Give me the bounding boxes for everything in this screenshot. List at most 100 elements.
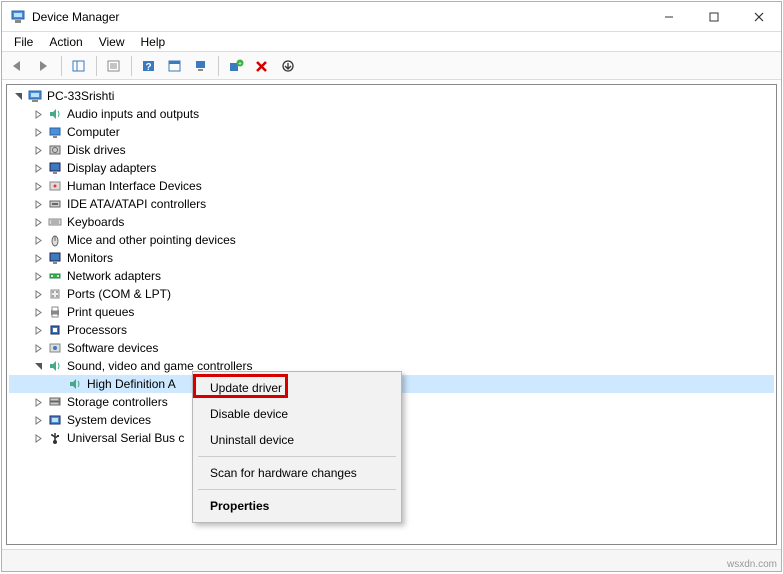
expander-open-icon[interactable] xyxy=(31,359,45,373)
toolbar: ? + xyxy=(2,52,781,80)
expander-closed-icon[interactable] xyxy=(31,413,45,427)
properties-button[interactable] xyxy=(102,55,126,77)
back-button[interactable] xyxy=(6,55,30,77)
tree-category[interactable]: Processors xyxy=(9,321,774,339)
expander-closed-icon[interactable] xyxy=(31,323,45,337)
show-hidden-button[interactable] xyxy=(67,55,91,77)
action-bar-button[interactable] xyxy=(163,55,187,77)
expander-closed-icon[interactable] xyxy=(31,431,45,445)
scan-hardware-button[interactable] xyxy=(189,55,213,77)
toolbar-separator xyxy=(218,56,219,76)
ctx-uninstall-device[interactable]: Uninstall device xyxy=(196,427,398,453)
ide-icon xyxy=(47,196,63,212)
port-icon xyxy=(47,286,63,302)
app-icon xyxy=(10,9,26,25)
minimize-button[interactable] xyxy=(646,2,691,31)
toolbar-separator xyxy=(96,56,97,76)
expander-closed-icon[interactable] xyxy=(31,305,45,319)
keyboard-icon xyxy=(47,214,63,230)
disk-icon xyxy=(47,142,63,158)
uninstall-button[interactable] xyxy=(250,55,274,77)
tree-label: High Definition A xyxy=(87,377,176,391)
watermark: wsxdn.com xyxy=(727,559,777,570)
add-legacy-button[interactable]: + xyxy=(224,55,248,77)
menubar: File Action View Help xyxy=(2,32,781,52)
tree-label: Human Interface Devices xyxy=(67,179,202,193)
speaker-icon xyxy=(47,106,63,122)
computer-root-icon xyxy=(27,88,43,104)
svg-text:+: + xyxy=(238,61,242,67)
expander-closed-icon[interactable] xyxy=(31,395,45,409)
maximize-button[interactable] xyxy=(691,2,736,31)
titlebar: Device Manager xyxy=(2,2,781,32)
help-button[interactable]: ? xyxy=(137,55,161,77)
tree-label: IDE ATA/ATAPI controllers xyxy=(67,197,206,211)
tree-label: Software devices xyxy=(67,341,158,355)
forward-button[interactable] xyxy=(32,55,56,77)
tree-label: Display adapters xyxy=(67,161,156,175)
tree-category[interactable]: Display adapters xyxy=(9,159,774,177)
tree-label: Network adapters xyxy=(67,269,161,283)
monitor-icon xyxy=(47,250,63,266)
context-menu: Update driver Disable device Uninstall d… xyxy=(192,371,402,523)
tree-label: Processors xyxy=(67,323,127,337)
menu-view[interactable]: View xyxy=(91,33,133,51)
expander-closed-icon[interactable] xyxy=(31,179,45,193)
speaker-icon xyxy=(47,358,63,374)
tree-category[interactable]: Mice and other pointing devices xyxy=(9,231,774,249)
tree-label: Keyboards xyxy=(67,215,124,229)
tree-category[interactable]: Computer xyxy=(9,123,774,141)
expander-closed-icon[interactable] xyxy=(31,143,45,157)
tree-category[interactable]: Software devices xyxy=(9,339,774,357)
tree-category[interactable]: Keyboards xyxy=(9,213,774,231)
tree-category[interactable]: Ports (COM & LPT) xyxy=(9,285,774,303)
expander-closed-icon[interactable] xyxy=(31,197,45,211)
toolbar-separator xyxy=(131,56,132,76)
expander-closed-icon[interactable] xyxy=(31,269,45,283)
ctx-properties[interactable]: Properties xyxy=(196,493,398,519)
expander-closed-icon[interactable] xyxy=(31,251,45,265)
tree-label: Ports (COM & LPT) xyxy=(67,287,171,301)
tree-category[interactable]: Print queues xyxy=(9,303,774,321)
speaker-icon xyxy=(67,376,83,392)
tree-category[interactable]: Audio inputs and outputs xyxy=(9,105,774,123)
cpu-icon xyxy=(47,322,63,338)
mouse-icon xyxy=(47,232,63,248)
ctx-update-driver[interactable]: Update driver xyxy=(196,375,398,401)
tree-label: PC-33Srishti xyxy=(47,89,114,103)
ctx-disable-device[interactable]: Disable device xyxy=(196,401,398,427)
menu-file[interactable]: File xyxy=(6,33,41,51)
tree-label: Print queues xyxy=(67,305,134,319)
tree-label: Storage controllers xyxy=(67,395,168,409)
tree-label: Computer xyxy=(67,125,120,139)
expander-closed-icon[interactable] xyxy=(31,161,45,175)
update-button[interactable] xyxy=(276,55,300,77)
display-icon xyxy=(47,160,63,176)
svg-text:?: ? xyxy=(145,62,151,73)
hid-icon xyxy=(47,178,63,194)
tree-category[interactable]: Human Interface Devices xyxy=(9,177,774,195)
menu-help[interactable]: Help xyxy=(133,33,174,51)
expander-closed-icon[interactable] xyxy=(31,125,45,139)
expander-closed-icon[interactable] xyxy=(31,233,45,247)
expander-closed-icon[interactable] xyxy=(31,341,45,355)
close-button[interactable] xyxy=(736,2,781,31)
tree-category[interactable]: Network adapters xyxy=(9,267,774,285)
ctx-separator xyxy=(198,456,396,457)
toolbar-separator xyxy=(61,56,62,76)
tree-category[interactable]: Disk drives xyxy=(9,141,774,159)
ctx-scan-hardware[interactable]: Scan for hardware changes xyxy=(196,460,398,486)
window-title: Device Manager xyxy=(32,10,646,24)
expander-closed-icon[interactable] xyxy=(31,287,45,301)
tree-category[interactable]: Monitors xyxy=(9,249,774,267)
tree-label: System devices xyxy=(67,413,151,427)
tree-label: Mice and other pointing devices xyxy=(67,233,236,247)
usb-icon xyxy=(47,430,63,446)
expander-closed-icon[interactable] xyxy=(31,107,45,121)
menu-action[interactable]: Action xyxy=(41,33,90,51)
tree-category[interactable]: IDE ATA/ATAPI controllers xyxy=(9,195,774,213)
expander-open-icon[interactable] xyxy=(11,89,25,103)
ctx-separator xyxy=(198,489,396,490)
expander-closed-icon[interactable] xyxy=(31,215,45,229)
tree-root[interactable]: PC-33Srishti xyxy=(9,87,774,105)
